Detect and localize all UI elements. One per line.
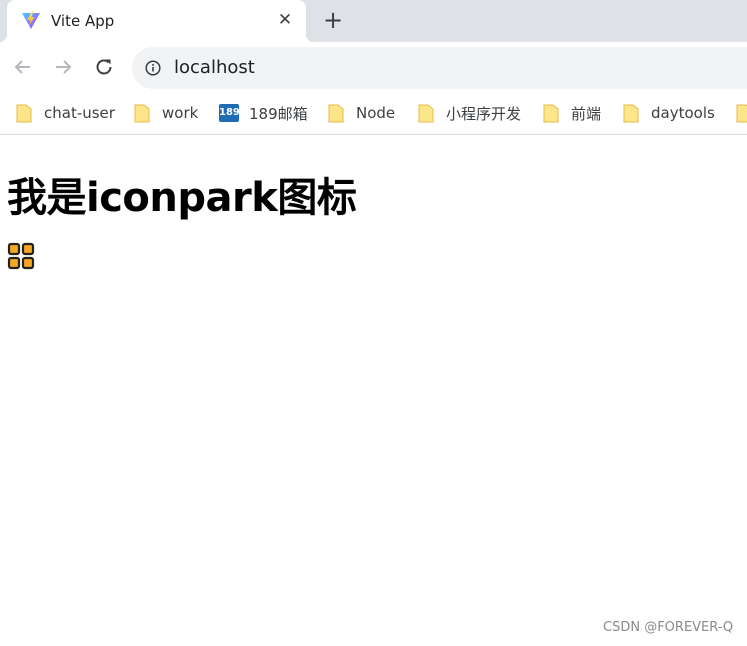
bookmark-label: 小程序开发 — [446, 104, 522, 123]
url-text[interactable]: localhost — [174, 57, 255, 78]
back-arrow-icon[interactable] — [11, 55, 35, 79]
toolbar: localhost — [0, 42, 747, 92]
reload-icon[interactable] — [92, 55, 116, 79]
bookmark-work[interactable]: work — [134, 102, 198, 124]
bookmark-label: daytools — [651, 104, 715, 122]
application-grid-icon — [7, 242, 35, 270]
folder-icon — [543, 104, 559, 123]
vite-logo-icon — [22, 11, 40, 29]
folder-icon — [328, 104, 344, 123]
folder-icon — [623, 104, 639, 123]
tab-strip: Vite App ✕ + — [0, 0, 747, 42]
tab-close-icon[interactable]: ✕ — [275, 10, 295, 30]
bookmark-daytools[interactable]: daytools — [623, 102, 715, 124]
new-tab-button[interactable]: + — [321, 8, 345, 33]
bookmark-overflow[interactable] — [736, 102, 747, 124]
189-mail-icon: 189 — [219, 104, 240, 122]
bookmark-189-mail[interactable]: 189 189邮箱 — [219, 102, 308, 124]
page-content: 我是iconpark图标 CSDN @FOREVER-Q — [0, 135, 747, 646]
bookmark-frontend[interactable]: 前端 — [543, 102, 601, 124]
bookmark-miniprogram[interactable]: 小程序开发 — [418, 102, 521, 124]
page-title: 我是iconpark图标 — [7, 175, 357, 221]
bookmark-node[interactable]: Node — [328, 102, 395, 124]
info-icon[interactable] — [145, 60, 161, 76]
bookmark-chat-user[interactable]: chat-user — [16, 102, 115, 124]
folder-icon — [736, 104, 747, 123]
folder-icon — [134, 104, 150, 123]
browser-window: Vite App ✕ + localhost chat-user work 18… — [0, 0, 747, 646]
bookmarks-bar: chat-user work 189 189邮箱 Node 小程序开发 前端 d… — [0, 92, 747, 135]
folder-icon — [16, 104, 32, 123]
address-bar[interactable]: localhost — [132, 47, 747, 89]
bookmark-label: 189邮箱 — [249, 104, 308, 123]
forward-arrow-icon[interactable] — [51, 55, 75, 79]
bookmark-label: 前端 — [571, 104, 602, 123]
folder-icon — [418, 104, 434, 123]
watermark-text: CSDN @FOREVER-Q — [603, 620, 734, 635]
tab-title: Vite App — [51, 12, 115, 30]
tab-vite-app[interactable]: Vite App ✕ — [0, 0, 314, 42]
bookmark-label: chat-user — [44, 104, 115, 122]
bookmark-label: Node — [356, 104, 396, 122]
bookmark-label: work — [162, 104, 199, 122]
